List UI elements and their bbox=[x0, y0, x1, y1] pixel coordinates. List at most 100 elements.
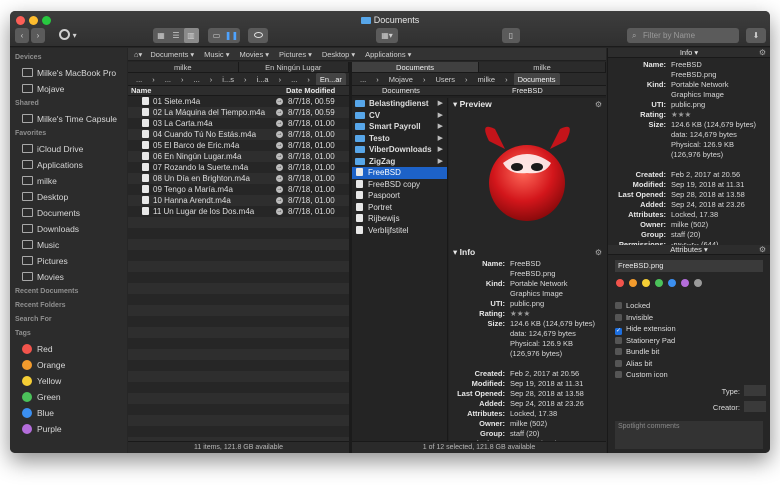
favorites-bar-item-movies[interactable]: Movies bbox=[239, 50, 263, 59]
sidebar-section-tags[interactable]: Tags bbox=[10, 327, 127, 341]
breadcrumb-item[interactable]: ... bbox=[132, 73, 146, 85]
breadcrumb-item[interactable]: ... bbox=[287, 73, 301, 85]
gear-icon[interactable]: ⚙ bbox=[759, 245, 766, 255]
back-button[interactable]: ‹ bbox=[15, 28, 29, 43]
list-item-portret[interactable]: Portret bbox=[352, 202, 447, 214]
name-column-header[interactable]: Name bbox=[131, 86, 151, 96]
arrow-circle-icon[interactable]: → bbox=[276, 153, 283, 160]
breadcrumb-item[interactable]: i...a bbox=[252, 73, 272, 85]
sidebar-item-milke-s-time-capsule[interactable]: Milke's Time Capsule bbox=[10, 111, 127, 127]
filter-input[interactable]: ⌕ Filter by Name bbox=[627, 28, 739, 43]
checkbox-bundle-bit[interactable]: Bundle bit bbox=[608, 346, 770, 358]
spotlight-comments-field[interactable]: Spotlight comments bbox=[615, 420, 763, 449]
sidebar-tag-red[interactable]: Red bbox=[10, 341, 127, 357]
sidebar-item-milke-s-macbook-pro[interactable]: Milke's MacBook Pro bbox=[10, 65, 127, 81]
arrow-circle-icon[interactable]: → bbox=[276, 175, 283, 182]
arrow-circle-icon[interactable]: → bbox=[276, 186, 283, 193]
breadcrumb-item[interactable]: En...ar bbox=[315, 73, 346, 85]
dual-panel-icon[interactable]: ❚❚ bbox=[224, 28, 239, 43]
action-menu-button[interactable]: ▾ bbox=[55, 28, 81, 43]
sidebar-item-documents[interactable]: Documents bbox=[10, 205, 127, 221]
sidebar-item-desktop[interactable]: Desktop bbox=[10, 189, 127, 205]
arrow-circle-icon[interactable]: → bbox=[276, 109, 283, 116]
sidebar-section-favorites[interactable]: Favorites bbox=[10, 127, 127, 141]
list-item-zigzag[interactable]: ZigZag ▶ bbox=[352, 156, 447, 168]
sidebar-tag-orange[interactable]: Orange bbox=[10, 357, 127, 373]
list-item-testo[interactable]: Testo ▶ bbox=[352, 133, 447, 145]
table-row[interactable]: 05 El Barco de Eric.m4a → 8/7/18, 01.00 bbox=[128, 140, 349, 151]
sidebar-section-search-for[interactable]: Search For bbox=[10, 313, 127, 327]
tag-color-dot-icon[interactable] bbox=[694, 279, 702, 287]
sidebar-item-milke[interactable]: milke bbox=[10, 173, 127, 189]
checkbox-stationery-pad[interactable]: Stationery Pad bbox=[608, 335, 770, 347]
checkbox-locked[interactable]: Locked bbox=[608, 300, 770, 312]
view-mode-group[interactable]: ▦ ☰ ▥ bbox=[153, 28, 199, 43]
checkbox-icon[interactable] bbox=[615, 302, 622, 309]
inspector-info-header[interactable]: Info ▾ ⚙ bbox=[608, 48, 770, 58]
table-row[interactable]: 01 Siete.m4a → 8/7/18, 00.59 bbox=[128, 96, 349, 107]
list-item-freebsd[interactable]: FreeBSD bbox=[352, 167, 447, 179]
table-row[interactable]: 09 Tengo a María.m4a → 8/7/18, 01.00 bbox=[128, 184, 349, 195]
list-item-rijbewijs[interactable]: Rijbewijs bbox=[352, 213, 447, 225]
table-row[interactable]: 08 Un Día en Brighton.m4a → 8/7/18, 01.00 bbox=[128, 173, 349, 184]
arrow-circle-icon[interactable]: → bbox=[276, 208, 283, 215]
sidebar-item-music[interactable]: Music bbox=[10, 237, 127, 253]
sidebar-section-recent-documents[interactable]: Recent Documents bbox=[10, 285, 127, 299]
list-item-belastingdienst[interactable]: Belastingdienst ▶ bbox=[352, 98, 447, 110]
arrow-circle-icon[interactable]: → bbox=[276, 131, 283, 138]
tag-color-dot-icon[interactable] bbox=[668, 279, 676, 287]
checkbox-icon[interactable] bbox=[615, 348, 622, 355]
sidebar-item-mojave[interactable]: Mojave bbox=[10, 81, 127, 97]
tab-en-ningun-lugar[interactable]: En Ningún Lugar bbox=[239, 62, 349, 72]
list-item-freebsd-copy[interactable]: FreeBSD copy bbox=[352, 179, 447, 191]
sidebar-tag-yellow[interactable]: Yellow bbox=[10, 373, 127, 389]
gear-icon[interactable]: ⚙ bbox=[595, 246, 602, 259]
tag-color-dot-icon[interactable] bbox=[616, 279, 624, 287]
checkbox-custom-icon[interactable]: Custom icon bbox=[608, 369, 770, 381]
type-field[interactable] bbox=[744, 384, 766, 396]
arrange-button[interactable]: ▦▾ bbox=[376, 28, 398, 43]
table-row[interactable]: 04 Cuando Tú No Estás.m4a → 8/7/18, 01.00 bbox=[128, 129, 349, 140]
sidebar-tag-blue[interactable]: Blue bbox=[10, 405, 127, 421]
arrow-circle-icon[interactable]: → bbox=[276, 197, 283, 204]
panel-mode-group[interactable]: ▭ ❚❚ bbox=[208, 28, 240, 43]
breadcrumb-item[interactable]: ... bbox=[190, 73, 204, 85]
favorites-bar-item-pictures[interactable]: Pictures bbox=[279, 50, 306, 59]
breadcrumb-item[interactable]: Mojave bbox=[385, 73, 417, 85]
table-row[interactable]: 07 Rozando la Suerte.m4a → 8/7/18, 01.00 bbox=[128, 162, 349, 173]
favorites-bar-item-desktop[interactable]: Desktop bbox=[322, 50, 350, 59]
checkbox-hide-extension[interactable]: ✓ Hide extension bbox=[608, 323, 770, 335]
arrow-circle-icon[interactable]: → bbox=[276, 164, 283, 171]
list-item-smart-payroll[interactable]: Smart Payroll ▶ bbox=[352, 121, 447, 133]
checkmark-icon[interactable]: ✓ bbox=[615, 328, 622, 335]
checkbox-alias-bit[interactable]: Alias bit bbox=[608, 358, 770, 370]
checkbox-icon[interactable] bbox=[615, 359, 622, 367]
list-item-paspoort[interactable]: Paspoort bbox=[352, 190, 447, 202]
sidebar-item-movies[interactable]: Movies bbox=[10, 269, 127, 285]
table-row[interactable]: 11 Un Lugar de los Dos.m4a → 8/7/18, 01.00 bbox=[128, 206, 349, 217]
table-row[interactable]: 06 En Ningún Lugar.m4a → 8/7/18, 01.00 bbox=[128, 151, 349, 162]
list-item-verblijfstitel[interactable]: Verblijfstitel bbox=[352, 225, 447, 237]
inspector-attributes-header[interactable]: Attributes ▾ ⚙ bbox=[608, 245, 770, 255]
tag-color-dot-icon[interactable] bbox=[642, 279, 650, 287]
breadcrumb-item[interactable]: ... bbox=[356, 73, 370, 85]
favorites-bar-item-applications[interactable]: Applications bbox=[365, 50, 405, 59]
single-panel-icon[interactable]: ▭ bbox=[209, 28, 224, 43]
favorites-bar-item-music[interactable]: Music bbox=[204, 50, 224, 59]
forward-button[interactable]: › bbox=[31, 28, 45, 43]
filename-field[interactable]: FreeBSD.png bbox=[615, 260, 763, 272]
favorites-bar-item-documents[interactable]: Documents bbox=[150, 50, 188, 59]
info-section-header[interactable]: ▾ Info ⚙ bbox=[449, 246, 606, 259]
sidebar-item-pictures[interactable]: Pictures bbox=[10, 253, 127, 269]
checkbox-invisible[interactable]: Invisible bbox=[608, 312, 770, 324]
preview-section-header[interactable]: ▾ Preview ⚙ bbox=[449, 98, 606, 111]
gear-icon[interactable]: ⚙ bbox=[595, 98, 602, 111]
breadcrumb-item[interactable]: Users bbox=[431, 73, 459, 85]
sidebar-tag-green[interactable]: Green bbox=[10, 389, 127, 405]
preview-toggle-button[interactable] bbox=[248, 28, 268, 43]
table-row[interactable]: 10 Hanna Arendt.m4a → 8/7/18, 01.00 bbox=[128, 195, 349, 206]
sidebar-tag-purple[interactable]: Purple bbox=[10, 421, 127, 437]
breadcrumb-item[interactable]: Documents bbox=[513, 73, 560, 85]
gear-icon[interactable]: ⚙ bbox=[759, 48, 766, 58]
icon-view-icon[interactable]: ▦ bbox=[154, 28, 169, 43]
